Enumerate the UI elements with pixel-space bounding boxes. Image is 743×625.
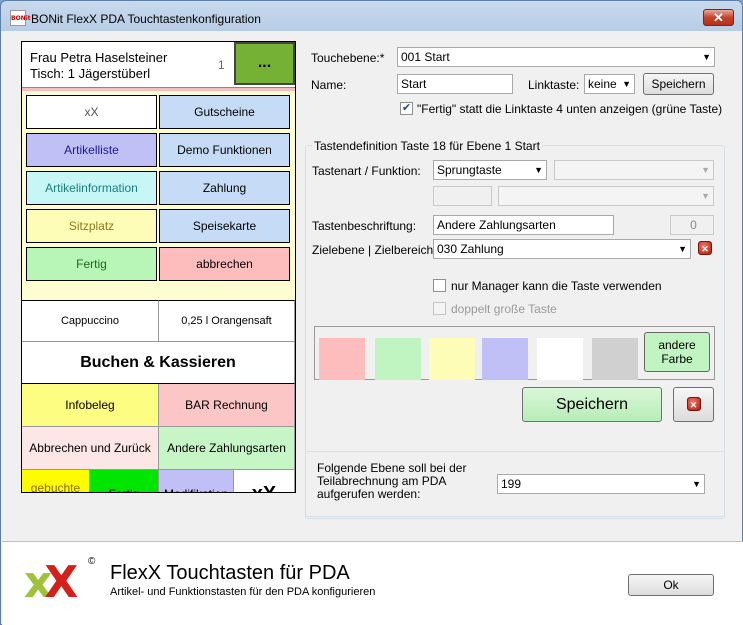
chevron-down-icon: ▼: [692, 479, 701, 489]
save-big-button[interactable]: Speichern: [522, 387, 662, 422]
color-palette: andere Farbe: [314, 326, 715, 380]
footer-subtitle: Artikel- und Funktionstasten für den PDA…: [110, 586, 376, 598]
pda-touch-button[interactable]: abbrechen: [159, 247, 290, 281]
chevron-down-icon: ▼: [534, 165, 543, 175]
save-small-button[interactable]: Speichern: [643, 73, 714, 95]
counter-field: 0: [670, 215, 714, 235]
zielebene-value: 030 Zahlung: [437, 242, 504, 256]
zielebene-label: Zielebene | Zielbereich:: [312, 243, 437, 257]
zielebene-select[interactable]: 030 Zahlung ▼: [433, 239, 691, 259]
function-select[interactable]: ▼: [554, 160, 714, 180]
pda-bottom-button[interactable]: gebuchte Artikel: [22, 470, 90, 492]
color-swatch-white[interactable]: [537, 338, 583, 380]
close-icon: ✕: [713, 10, 724, 25]
clear-zielebene-button[interactable]: ✕: [698, 241, 712, 255]
copyright-mark: ©: [88, 556, 96, 567]
fertig-checkbox[interactable]: ✔: [400, 102, 413, 115]
title-bar[interactable]: BONit BONit FlexX PDA Touchtastenkonfigu…: [1, 1, 742, 31]
pda-action-button[interactable]: Abbrechen und Zurück: [22, 427, 159, 470]
chevron-down-icon: ▼: [701, 165, 710, 175]
table-name: Tisch: 1 Jägerstüberl: [30, 66, 151, 81]
linktaste-value: keine: [588, 77, 617, 91]
order-item[interactable]: 0,25 l Orangensaft: [159, 300, 295, 342]
close-button[interactable]: ✕: [703, 9, 734, 26]
pda-touch-button[interactable]: Sitzplatz: [26, 209, 157, 243]
manager-checkbox-label: nur Manager kann die Taste verwenden: [451, 279, 662, 293]
chevron-down-icon: ▼: [678, 244, 687, 254]
ok-button[interactable]: Ok: [628, 574, 714, 596]
pda-action-button[interactable]: Infobeleg: [22, 384, 159, 427]
pda-action-button[interactable]: BAR Rechnung: [159, 384, 295, 427]
pda-touch-button[interactable]: Demo Funktionen: [159, 133, 290, 167]
double-size-checkbox[interactable]: [433, 302, 446, 315]
save-big-label: Speichern: [555, 396, 629, 413]
param-field[interactable]: [433, 186, 492, 206]
group-title: Tastendefinition Taste 18 für Ebene 1 St…: [312, 139, 542, 153]
window-title: BONit FlexX PDA Touchtastenkonfiguration: [31, 12, 261, 26]
delete-icon: ✕: [686, 397, 701, 411]
pda-preview: Frau Petra Haselsteiner Tisch: 1 Jägerst…: [21, 41, 296, 493]
fertig-checkbox-label: "Fertig" statt die Linktaste 4 unten anz…: [417, 102, 723, 116]
pda-bottom-button[interactable]: Fertig: [90, 470, 159, 492]
pda-bottom-button[interactable]: xX: [234, 470, 295, 492]
color-swatch-yellow[interactable]: [429, 338, 475, 380]
other-color-label: andere Farbe: [658, 338, 696, 366]
color-swatch-red[interactable]: [319, 338, 365, 380]
tastenart-label: Tastenart / Funktion:: [312, 164, 421, 178]
pda-touch-button[interactable]: Artikelliste: [26, 133, 157, 167]
chevron-down-icon: ▼: [701, 191, 710, 201]
order-item[interactable]: Cappuccino: [22, 300, 159, 342]
manager-checkbox[interactable]: [433, 279, 446, 292]
pda-bottom-button[interactable]: Modifikation: [159, 470, 234, 492]
chevron-down-icon: ▼: [622, 79, 631, 89]
linktaste-label: Linktaste:: [528, 78, 580, 92]
pda-button-area: xX Gutscheine Artikelliste Demo Funktionen A…: [22, 88, 295, 300]
pda-menu-button[interactable]: ...: [234, 42, 295, 85]
client-area: Frau Petra Haselsteiner Tisch: 1 Jägerst…: [9, 31, 736, 541]
other-color-button[interactable]: andere Farbe: [644, 332, 710, 372]
double-size-label: doppelt große Taste: [451, 302, 557, 316]
touchebene-select[interactable]: 001 Start ▼: [397, 47, 715, 67]
teilabrechnung-label: Folgende Ebene soll bei der Teilabrechnu…: [317, 461, 467, 501]
pda-action-button[interactable]: Andere Zahlungsarten: [159, 427, 295, 470]
pda-touch-button[interactable]: Fertig: [26, 247, 157, 281]
pda-header: Frau Petra Haselsteiner Tisch: 1 Jägerst…: [22, 42, 295, 88]
app-icon-text: BONit: [11, 15, 31, 22]
pda-touch-button[interactable]: xX: [26, 95, 157, 129]
color-swatch-blue[interactable]: [482, 338, 528, 380]
tastenart-value: Sprungtaste: [437, 163, 502, 177]
main-window: BONit BONit FlexX PDA Touchtastenkonfigu…: [0, 0, 743, 625]
teilabrechnung-value: 199: [501, 477, 522, 491]
chevron-down-icon: ▼: [702, 52, 711, 62]
delete-icon: ✕: [698, 241, 712, 255]
beschriftung-label: Tastenbeschriftung:: [312, 219, 417, 233]
beschriftung-field[interactable]: Andere Zahlungsarten: [433, 215, 614, 235]
cancel-button[interactable]: ✕: [673, 387, 714, 422]
touchebene-value: 001 Start: [401, 50, 450, 64]
flexx-logo: xX: [24, 557, 78, 608]
page-number: 1: [218, 58, 225, 72]
footer-title: FlexX Touchtasten für PDA: [110, 562, 350, 584]
pda-touch-button[interactable]: Speisekarte: [159, 209, 290, 243]
book-and-checkout[interactable]: Buchen & Kassieren: [22, 342, 295, 384]
teilabrechnung-select[interactable]: 199 ▼: [497, 474, 705, 494]
guest-name: Frau Petra Haselsteiner: [30, 50, 168, 65]
tastenart-select[interactable]: Sprungtaste ▼: [433, 160, 547, 180]
pda-touch-button[interactable]: Artikelinformation: [26, 171, 157, 205]
color-swatch-gray[interactable]: [592, 338, 638, 380]
linktaste-select[interactable]: keine ▼: [584, 74, 635, 94]
param-select[interactable]: ▼: [498, 186, 714, 206]
pda-touch-button[interactable]: Gutscheine: [159, 95, 290, 129]
name-label: Name:: [311, 78, 347, 92]
pda-touch-button[interactable]: Zahlung: [159, 171, 290, 205]
footer: xX © FlexX Touchtasten für PDA Artikel- …: [2, 541, 743, 625]
touchebene-label: Touchebene:*: [311, 51, 385, 65]
name-field[interactable]: Start: [397, 74, 513, 94]
color-swatch-green[interactable]: [375, 338, 421, 380]
app-icon: BONit: [10, 10, 31, 26]
